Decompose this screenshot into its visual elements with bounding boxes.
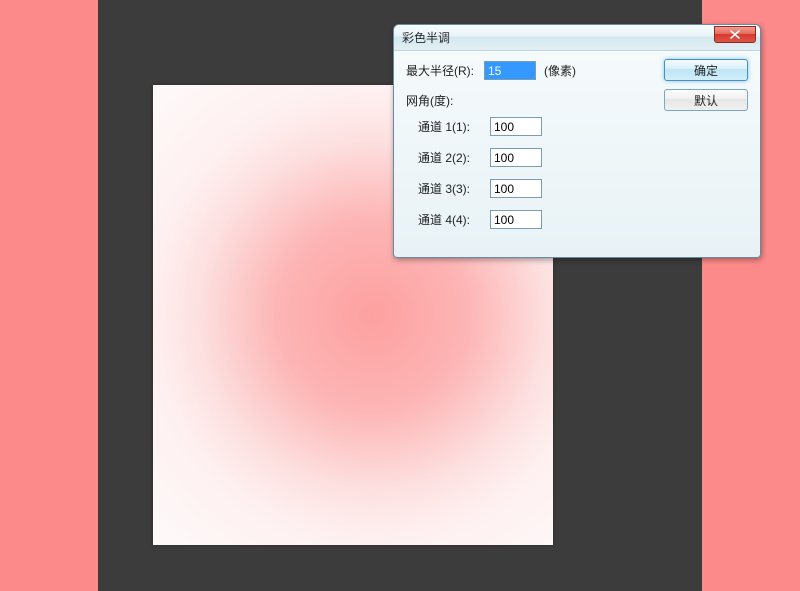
channel-3-label: 通道 3(3):	[418, 180, 490, 197]
max-radius-input[interactable]	[484, 61, 536, 80]
viewport: 彩色半调 最大半径(R): (像素) 网角(度):	[0, 0, 800, 591]
ok-button[interactable]: 确定	[664, 59, 748, 81]
dialog-body: 最大半径(R): (像素) 网角(度): 通道 1(1): 通道 2(2): 通…	[394, 51, 760, 257]
color-halftone-dialog: 彩色半调 最大半径(R): (像素) 网角(度):	[393, 24, 761, 258]
channel-1-row: 通道 1(1):	[406, 117, 748, 136]
dialog-titlebar[interactable]: 彩色半调	[394, 25, 760, 51]
channel-2-row: 通道 2(2):	[406, 148, 748, 167]
page-margin-left	[0, 0, 98, 591]
channel-4-input[interactable]	[490, 210, 542, 229]
close-button[interactable]	[714, 26, 756, 43]
channel-3-row: 通道 3(3):	[406, 179, 748, 198]
channel-3-input[interactable]	[490, 179, 542, 198]
max-radius-label: 最大半径(R):	[406, 62, 484, 79]
channel-4-row: 通道 4(4):	[406, 210, 748, 229]
dialog-button-column: 确定 默认	[664, 59, 748, 111]
channel-1-label: 通道 1(1):	[418, 118, 490, 135]
channel-4-label: 通道 4(4):	[418, 211, 490, 228]
dialog-title: 彩色半调	[402, 29, 450, 46]
default-button[interactable]: 默认	[664, 89, 748, 111]
channel-1-input[interactable]	[490, 117, 542, 136]
channel-2-input[interactable]	[490, 148, 542, 167]
channel-2-label: 通道 2(2):	[418, 149, 490, 166]
max-radius-unit: (像素)	[544, 62, 576, 79]
close-icon	[729, 30, 741, 39]
photoshop-workspace: 彩色半调 最大半径(R): (像素) 网角(度):	[98, 0, 702, 591]
